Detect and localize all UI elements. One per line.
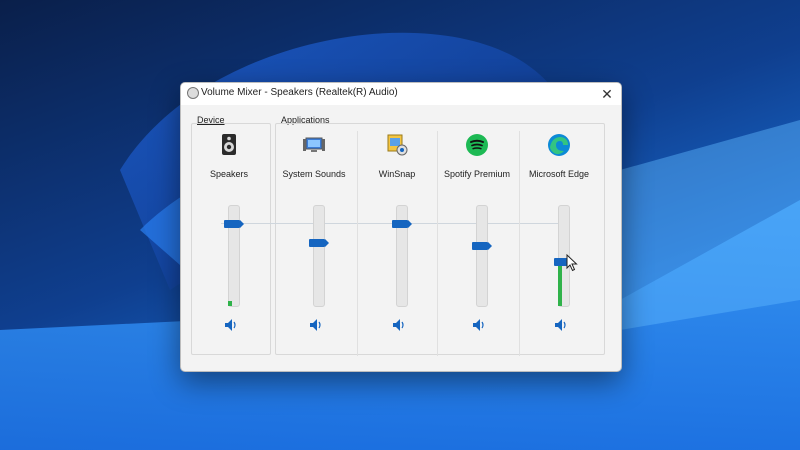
channel-system-sounds: System Sounds: [274, 129, 354, 359]
channel-winsnap: WinSnap: [357, 129, 437, 359]
channel-microsoft-edge: Microsoft Edge: [519, 129, 599, 359]
channel-name: System Sounds: [282, 169, 346, 179]
window-title: Volume Mixer - Speakers (Realtek(R) Audi…: [201, 87, 398, 98]
title-bar: Volume Mixer - Speakers (Realtek(R) Audi…: [181, 83, 621, 105]
channel-name: WinSnap: [378, 169, 416, 179]
channel-speakers: Speakers: [189, 129, 269, 359]
speaker-volume-icon[interactable]: [308, 318, 324, 332]
speaker-volume-icon[interactable]: [553, 318, 569, 332]
speaker-volume-icon[interactable]: [471, 318, 487, 332]
channel-name: Speakers: [209, 169, 249, 179]
spotify-icon: [466, 134, 488, 156]
peak-meter: [558, 262, 562, 306]
channel-name: Microsoft Edge: [528, 169, 590, 179]
volume-slider-track[interactable]: [476, 205, 488, 307]
system-sounds-icon: [303, 137, 325, 152]
peak-meter: [228, 301, 232, 306]
volume-mixer-app-icon: [187, 87, 199, 99]
close-button[interactable]: ✕: [597, 84, 617, 104]
volume-slider-thumb[interactable]: [392, 220, 412, 228]
channel-spotify-premium: Spotify Premium: [437, 129, 517, 359]
mouse-pointer-icon: [566, 254, 578, 272]
speaker-volume-icon[interactable]: [391, 318, 407, 332]
volume-slider-thumb[interactable]: [309, 239, 329, 247]
winsnap-icon: [387, 134, 408, 156]
edge-icon: [548, 134, 570, 156]
speaker-volume-icon[interactable]: [223, 318, 239, 332]
speaker-device-icon: [222, 134, 236, 155]
channel-name: Spotify Premium: [443, 169, 511, 179]
volume-slider-track[interactable]: [313, 205, 325, 307]
volume-slider-thumb[interactable]: [472, 242, 492, 250]
volume-mixer-window: Volume Mixer - Speakers (Realtek(R) Audi…: [180, 82, 622, 372]
volume-slider-thumb[interactable]: [224, 220, 244, 228]
